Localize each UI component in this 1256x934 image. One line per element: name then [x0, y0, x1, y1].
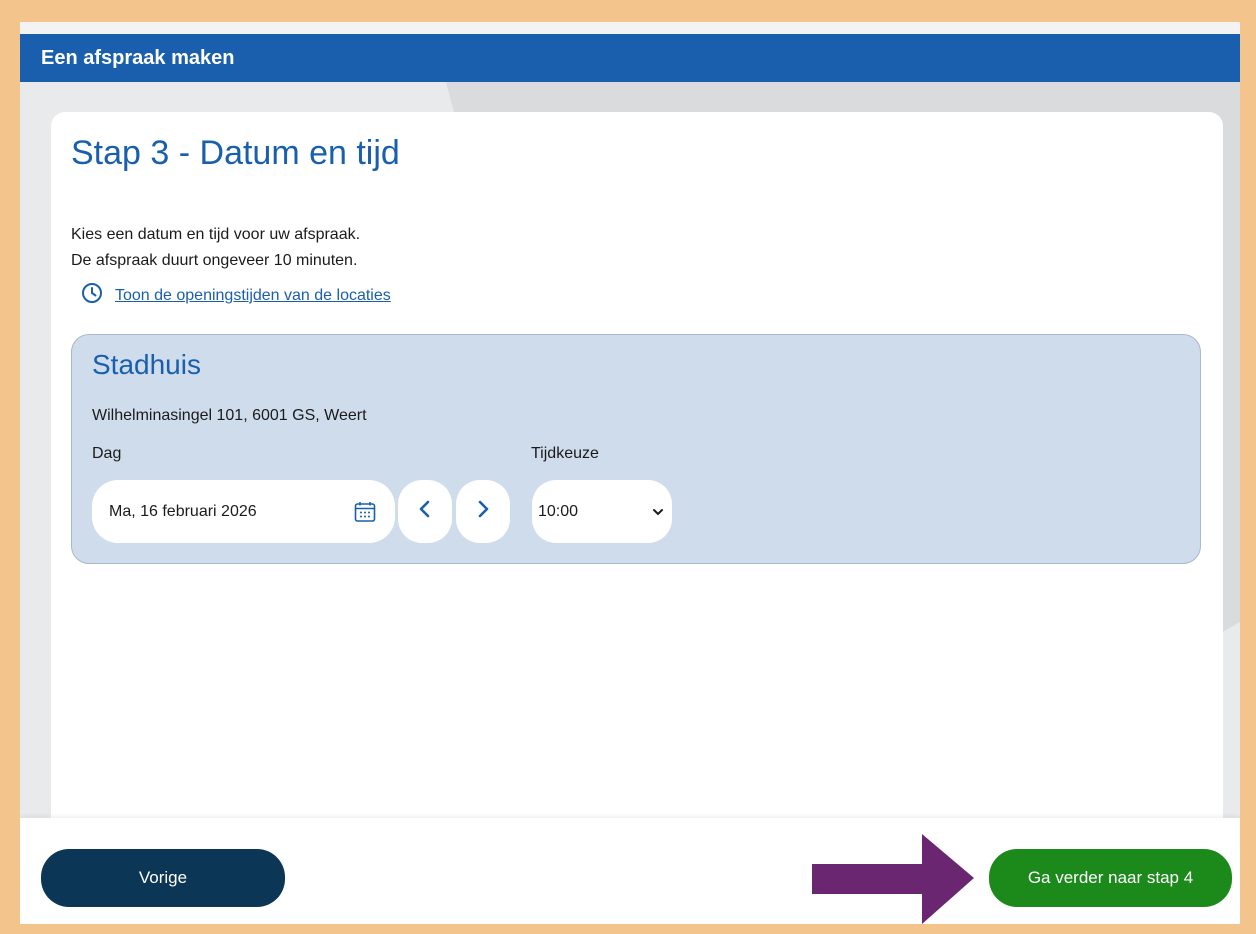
previous-day-button[interactable] [398, 480, 452, 543]
clock-icon [81, 282, 103, 309]
location-panel: Stadhuis Wilhelminasingel 101, 6001 GS, … [71, 334, 1201, 564]
arrow-right-icon [812, 834, 982, 924]
opening-hours-link[interactable]: Toon de openingstijden van de locaties [115, 287, 391, 305]
location-address: Wilhelminasingel 101, 6001 GS, Weert [92, 407, 367, 424]
page-header: Een afspraak maken [20, 34, 1240, 82]
opening-hours-link-row[interactable]: Toon de openingstijden van de locaties [81, 282, 391, 309]
step-title: Stap 3 - Datum en tijd [71, 134, 400, 172]
chevron-left-icon [417, 500, 433, 523]
top-stripe [20, 22, 1240, 34]
date-value: Ma, 16 februari 2026 [109, 502, 257, 520]
day-label: Dag [92, 445, 122, 462]
calendar-icon[interactable] [353, 500, 377, 529]
app-frame: Een afspraak maken Stap 3 - Datum en tij… [20, 22, 1240, 924]
chevron-down-icon [652, 504, 664, 522]
time-select[interactable]: 10:00 [532, 480, 672, 543]
intro-line-2: De afspraak duurt ongeveer 10 minuten. [71, 252, 358, 269]
chevron-right-icon [475, 500, 491, 523]
intro-line-1: Kies een datum en tijd voor uw afspraak. [71, 226, 361, 243]
next-step-button[interactable]: Ga verder naar stap 4 [989, 849, 1232, 907]
intro-text: Kies een datum en tijd voor uw afspraak.… [71, 222, 360, 274]
location-name: Stadhuis [92, 349, 201, 380]
date-field[interactable]: Ma, 16 februari 2026 [92, 480, 395, 543]
footer-bar: Vorige Ga verder naar stap 4 [20, 818, 1240, 924]
previous-step-button[interactable]: Vorige [41, 849, 285, 907]
time-value: 10:00 [538, 502, 579, 520]
time-label: Tijdkeuze [531, 445, 599, 462]
step-card: Stap 3 - Datum en tijd Kies een datum en… [51, 112, 1223, 872]
next-day-button[interactable] [456, 480, 510, 543]
